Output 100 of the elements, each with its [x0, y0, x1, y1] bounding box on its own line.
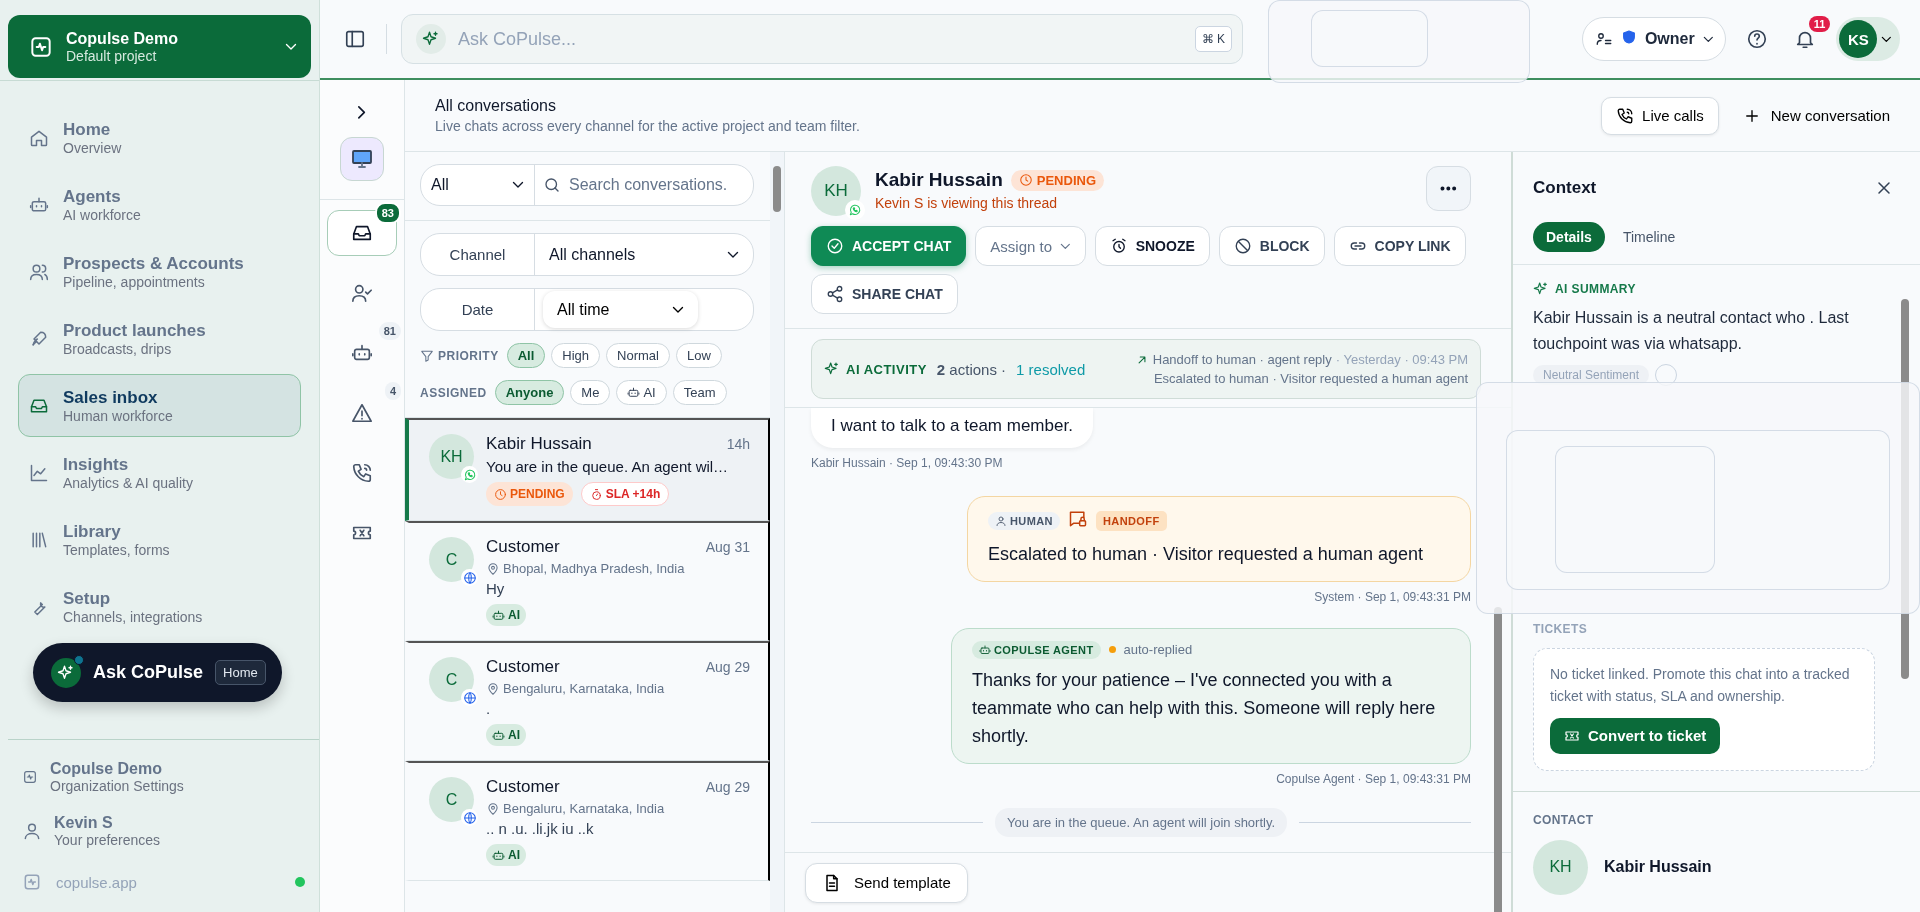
date-dropdown[interactable]: All time	[543, 291, 698, 328]
tab[interactable]: Timeline	[1622, 222, 1676, 252]
chevron-down-icon	[1702, 35, 1714, 43]
status-tag: PENDING	[486, 482, 573, 506]
help-icon	[1746, 28, 1769, 50]
phone-icon	[351, 461, 373, 484]
scope-dropdown[interactable]: All	[421, 165, 535, 205]
conversation-item[interactable]: KH Kabir Hussain 14h You are in the queue. An agent wil… PENDING SLA +14h	[405, 418, 770, 521]
sparkle-icon	[57, 663, 75, 682]
rail-item[interactable]	[327, 209, 397, 256]
sparkle-icon	[422, 30, 440, 48]
role-icon	[1594, 30, 1613, 48]
panel-title: Context	[1533, 178, 1597, 198]
line-chart-icon	[29, 462, 49, 483]
chevron-down-icon	[727, 250, 739, 259]
role-tag: COPULSE AGENT	[972, 640, 1101, 659]
robot-icon	[627, 386, 641, 399]
section-label: TICKETS	[1533, 621, 1589, 636]
nav-item[interactable]: Prospects & Accounts Pipeline, appointments	[18, 240, 301, 303]
action-button[interactable]: SNOOZE	[1094, 226, 1210, 266]
filter-chip[interactable]: Normal	[606, 343, 670, 368]
filter-chip[interactable]: Anyone	[494, 380, 565, 405]
warning-icon	[351, 401, 373, 424]
filter-label: PRIORITY	[420, 348, 499, 363]
action-button[interactable]: SHARE CHAT	[811, 274, 958, 314]
conversation-item[interactable]: C Customer Aug 29 Bengaluru, Karnataka, India .. n .u. .li.jk iu ..k AI	[405, 761, 770, 881]
search-bar[interactable]: All Search conversations.	[420, 164, 754, 206]
new-conversation-button[interactable]: New conversation	[1732, 106, 1900, 125]
alarm-clock-icon	[1109, 237, 1128, 255]
nav-item[interactable]: Library Templates, forms	[18, 508, 301, 571]
status-tag: AI	[486, 724, 526, 746]
send-template-button[interactable]: Send template	[805, 862, 968, 903]
nav-item[interactable]: Sales inbox Human workforce	[18, 374, 301, 437]
search-field[interactable]: Search conversations.	[569, 170, 745, 200]
shortcut-hint: ⌘ K	[1194, 26, 1232, 52]
user-icon	[995, 515, 1007, 527]
action-button[interactable]: ACCEPT CHAT	[811, 226, 967, 266]
filter-chip[interactable]: High	[551, 343, 601, 368]
nav-item[interactable]: Setup Channels, integrations	[18, 575, 301, 638]
nav-item[interactable]: Agents AI workforce	[18, 173, 301, 236]
clock-icon	[1018, 173, 1033, 187]
status-tag: SLA +14h	[580, 482, 670, 506]
avatar: C	[429, 537, 474, 582]
tab[interactable]: Details	[1533, 222, 1605, 252]
message-meta: Kabir Hussain · Sep 1, 09:43:30 PM	[811, 456, 1004, 470]
scrollbar[interactable]	[770, 152, 784, 912]
summary-text: Kabir Hussain is a neutral contact who . Last touchpoint was via whatsapp.	[1533, 308, 1850, 355]
nav-item[interactable]: Insights Analytics & AI quality	[18, 441, 301, 504]
action-button[interactable]: Assign to	[975, 226, 1086, 266]
whatsapp-icon	[461, 466, 478, 483]
page-title: All conversations	[435, 97, 557, 115]
clock-icon	[494, 487, 507, 501]
filter-icon	[420, 348, 434, 363]
activity-title: Handoff to human · agent reply	[1152, 352, 1332, 367]
monitor-icon[interactable]	[340, 136, 384, 181]
conversation-item[interactable]: C Customer Aug 31 Bhopal, Madhya Pradesh, India Hy AI	[405, 521, 770, 641]
nav-item[interactable]: Product launches Broadcasts, drips	[18, 307, 301, 370]
filter-chip[interactable]: Low	[675, 343, 722, 368]
filter-chip[interactable]: Team	[672, 380, 727, 405]
ask-field[interactable]: Ask CoPulse... ⌘ K	[401, 14, 1243, 64]
more-icon	[1440, 186, 1457, 191]
logo-icon	[22, 872, 42, 892]
avatar: KH	[811, 166, 861, 216]
convert-button[interactable]: Convert to ticket	[1550, 717, 1721, 754]
ask-input[interactable]: Ask CoPulse...	[458, 22, 1183, 56]
timer-icon	[589, 487, 603, 501]
role-tag: HUMAN	[988, 512, 1060, 530]
sparkle-icon	[824, 361, 840, 377]
sidebar-icon	[344, 28, 366, 50]
globe-icon	[461, 809, 478, 826]
pin-icon	[486, 801, 500, 816]
robot-icon	[492, 608, 505, 622]
conversation-item[interactable]: C Customer Aug 29 Bengaluru, Karnataka, India . AI	[405, 641, 770, 761]
chevron-down-icon	[1060, 242, 1071, 250]
page-subtitle: Live chats across every channel for the active project and team filter.	[435, 118, 861, 134]
context-badge: Home	[215, 660, 266, 685]
filter-chip[interactable]: AI	[616, 380, 667, 405]
message-meta: System · Sep 1, 09:43:31 PM	[1314, 589, 1471, 604]
filter-chip[interactable]: All	[506, 343, 546, 368]
role-dropdown[interactable]: Owner	[1581, 17, 1727, 61]
action-button[interactable]: BLOCK	[1218, 226, 1325, 266]
account-menu[interactable]: KS	[1836, 17, 1900, 61]
workspace-switcher[interactable]: Copulse Demo Default project	[8, 15, 311, 78]
user-icon	[22, 821, 42, 841]
chevron-down-icon	[285, 42, 297, 51]
account-link[interactable]: Kevin S Your preferences	[8, 808, 319, 854]
channel-dropdown[interactable]: All channels	[535, 234, 753, 275]
pin-icon	[486, 681, 500, 696]
handoff-tag: HANDOFF	[1095, 511, 1167, 531]
ask-copulse-button[interactable]: Ask CoPulse Home	[33, 643, 282, 702]
nav-item[interactable]: Home Overview	[18, 106, 301, 169]
live-calls-button[interactable]: Live calls	[1601, 96, 1719, 135]
action-button[interactable]: COPY LINK	[1333, 226, 1466, 266]
account-link[interactable]: Copulse Demo Organization Settings	[8, 754, 319, 800]
check-circle-icon	[826, 237, 844, 255]
chevron-down-icon	[672, 305, 684, 314]
block-icon	[1233, 237, 1252, 255]
avatar: KH	[429, 434, 474, 479]
filter-chip[interactable]: Me	[570, 380, 611, 405]
queue-notice: You are in the queue. An agent will join shortly.	[994, 807, 1288, 837]
